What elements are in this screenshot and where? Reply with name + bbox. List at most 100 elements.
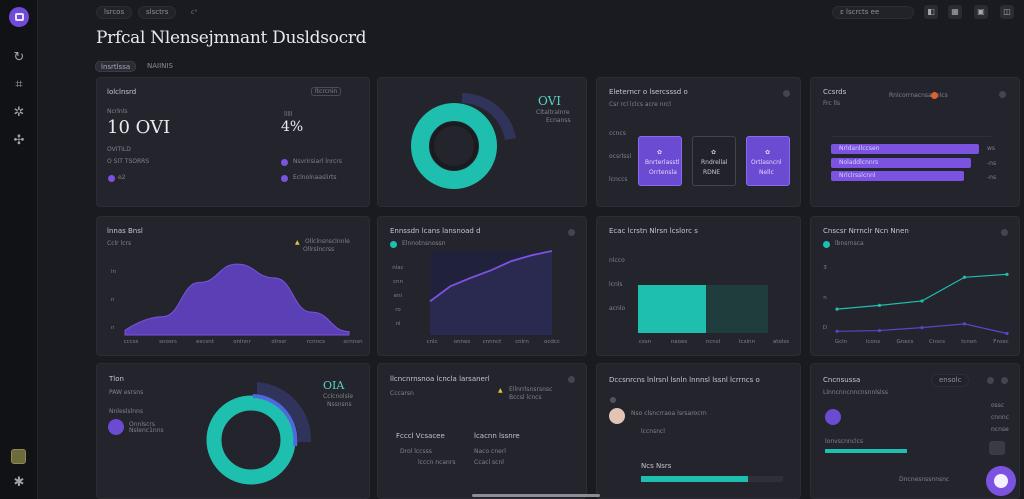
- more-icon[interactable]: [568, 376, 575, 383]
- x-tick: lcons: [866, 339, 880, 345]
- table-sub: Cccarsn: [390, 390, 414, 397]
- column-icon: ✿: [765, 149, 771, 156]
- data-point: [877, 328, 882, 333]
- table-extra: Bccsl lcncs: [509, 394, 542, 401]
- column-icon: ✿: [657, 149, 663, 156]
- kanban-column-2[interactable]: ✿ Rndrellal RDNE: [692, 136, 736, 186]
- kanban-col-label: ocsrlssl: [609, 153, 632, 160]
- fab-button[interactable]: [986, 466, 1016, 496]
- data-point: [920, 326, 924, 330]
- more-icon[interactable]: [1001, 377, 1008, 384]
- sync-icon[interactable]: ↻: [12, 51, 26, 65]
- table-col2: lcacnn lssnre: [474, 432, 520, 440]
- kpi-small: lllll: [284, 111, 293, 118]
- donut-top-value: OVI: [538, 94, 562, 108]
- kanban-column-3[interactable]: ✿ Ortlasncnl Nellc: [746, 136, 790, 186]
- user-avatar[interactable]: [11, 449, 26, 464]
- bars-card: Ccsrds Frc lls Rnlcorrnacnsarlnlcs ws -n…: [810, 77, 1020, 207]
- table-card: llcncnrnsnoa lcncla larsanerl Cccarsn ▲ …: [377, 363, 587, 499]
- kanban-sub: Csr rcl lclcs acre nrcl: [609, 101, 671, 108]
- avatar[interactable]: [609, 408, 625, 424]
- avatar-small: [610, 397, 616, 403]
- kpi-box[interactable]: ltcrcnin: [311, 87, 342, 96]
- more-icon[interactable]: [999, 91, 1006, 98]
- grid-icon[interactable]: ⌗: [12, 78, 26, 92]
- tasks-row2: lccnsncl: [641, 428, 665, 435]
- line1-card: Ennssdn lcans lansnoad d Elnnotnsnossn n…: [377, 216, 587, 356]
- bar-label: Nrldanllccsen: [839, 145, 880, 152]
- donut-inner-gap: [430, 122, 478, 170]
- table-title: llcncnrnsnoa lcncla larsanerl: [390, 375, 490, 383]
- data-point: [835, 307, 839, 311]
- y-tick: eni: [394, 293, 403, 299]
- kanban-col2: Rndrellal: [701, 159, 728, 166]
- avatar[interactable]: [825, 409, 841, 425]
- breadcrumb-1[interactable]: lsrcos: [96, 6, 133, 19]
- kpi-title: lolclnsrd: [107, 88, 137, 96]
- team-title: Cncnsussa: [823, 376, 861, 384]
- y-tick: ln: [111, 269, 117, 275]
- line2-chart: 3 n D Gcln lcons Gnecs Cnscs tcnon Fnssc: [823, 265, 1009, 345]
- tasks-title: Dccsnrcns lnlrsnl lsnln lnnnsl lssnl lcr…: [609, 376, 760, 384]
- x-tick: rcnncs: [307, 339, 325, 345]
- donut-bottom-value: OIA: [323, 379, 345, 392]
- bar-label: Noladdlcnnrs: [839, 159, 879, 166]
- bar-end: -ns: [987, 174, 997, 181]
- kanban-col1: Bnrterlasstl: [645, 159, 680, 166]
- area-series: [124, 263, 350, 336]
- team-label: cnnnc: [991, 414, 1010, 421]
- tab-overview[interactable]: lnsrtlssa: [95, 61, 137, 72]
- team-icon[interactable]: ✣: [12, 134, 26, 148]
- kpi-foot-dot: [108, 175, 115, 182]
- team-label: ossc: [991, 402, 1005, 409]
- bar-track: [831, 136, 991, 137]
- area-card: lnnas Bnsl Cclr lcrs ▲ Ollclnsnsclnnle O…: [96, 216, 370, 356]
- tasks-row1: Nso clsncrraoa lsrsarocrn: [631, 410, 707, 417]
- kanban-card: Eleterncr o lsercsssd o Csr rcl lclcs ac…: [596, 77, 801, 207]
- inbox-icon[interactable]: ▣: [974, 5, 988, 19]
- kanban-column-1[interactable]: ✿ Bnrterlasstl Orrtensla: [638, 136, 682, 186]
- area-chart: ln n n cccss snosrs escsnt onlnnr olrssr rcnncs s…: [111, 263, 363, 345]
- status-dot: [931, 92, 938, 99]
- breadcrumb-2[interactable]: slsctrs: [138, 6, 177, 19]
- data-point: [835, 329, 839, 333]
- app-logo[interactable]: [9, 7, 29, 27]
- kanban-title: Eleterncr o lsercsssd o: [609, 88, 688, 96]
- team-chip[interactable]: ensolc: [931, 374, 970, 387]
- table-cell: Drol lccsss: [400, 448, 432, 455]
- data-point: [962, 322, 967, 326]
- y-tick: ro: [395, 307, 401, 313]
- kanban-col3: Ortlasncnl: [751, 159, 782, 166]
- donut-bottom-sub1: Cclcnolsle: [323, 393, 354, 400]
- image-icon[interactable]: [989, 441, 1005, 455]
- x-tick: naoes: [671, 339, 688, 345]
- horizontal-scrollbar[interactable]: [472, 494, 600, 497]
- table-warn: Ellnrrlsnsrsnsc: [509, 386, 553, 393]
- search-input[interactable]: ɛ lscrcts ee: [832, 6, 914, 19]
- x-tick: escsnt: [196, 339, 215, 345]
- x-tick: Gnecs: [896, 339, 913, 345]
- team-progress: [825, 449, 907, 453]
- fab-icon: [994, 474, 1008, 488]
- kpi-legend2: Eclnolnaaslirts: [293, 174, 337, 181]
- settings-icon[interactable]: ✲: [12, 106, 26, 120]
- bar-lower-a: [638, 285, 706, 333]
- warning-icon: ▲: [498, 387, 503, 394]
- profile-icon[interactable]: ◫: [1000, 5, 1014, 19]
- more-icon[interactable]: [987, 377, 994, 384]
- tab-names[interactable]: NAIINIS: [142, 61, 178, 72]
- settings-bottom-icon[interactable]: ✱: [12, 476, 26, 490]
- x-tick: lcslnn: [739, 339, 755, 345]
- x-tick: atolss: [773, 339, 789, 345]
- kpi-card: lolclnsrd Ncrlnls 10 OVI OVITILD O SIT T…: [96, 77, 370, 207]
- breadcrumb-3[interactable]: c°: [191, 9, 197, 16]
- table-cell: Naco cnerl: [474, 448, 506, 455]
- calendar-icon[interactable]: ▦: [948, 5, 962, 19]
- team-foot: Dncnesnssnnsnc: [899, 476, 950, 483]
- sidebar: ↻ ⌗ ✲ ✣ ✱: [0, 0, 38, 499]
- notification-icon[interactable]: ◧: [924, 5, 938, 19]
- more-icon[interactable]: [783, 90, 790, 97]
- team-label: ncnse: [991, 426, 1009, 433]
- stacked-card: Ecac lcrstn Nlrsn lcslorc s nlcco lcnls …: [596, 216, 801, 356]
- kanban-col-label: ccncs: [609, 130, 626, 137]
